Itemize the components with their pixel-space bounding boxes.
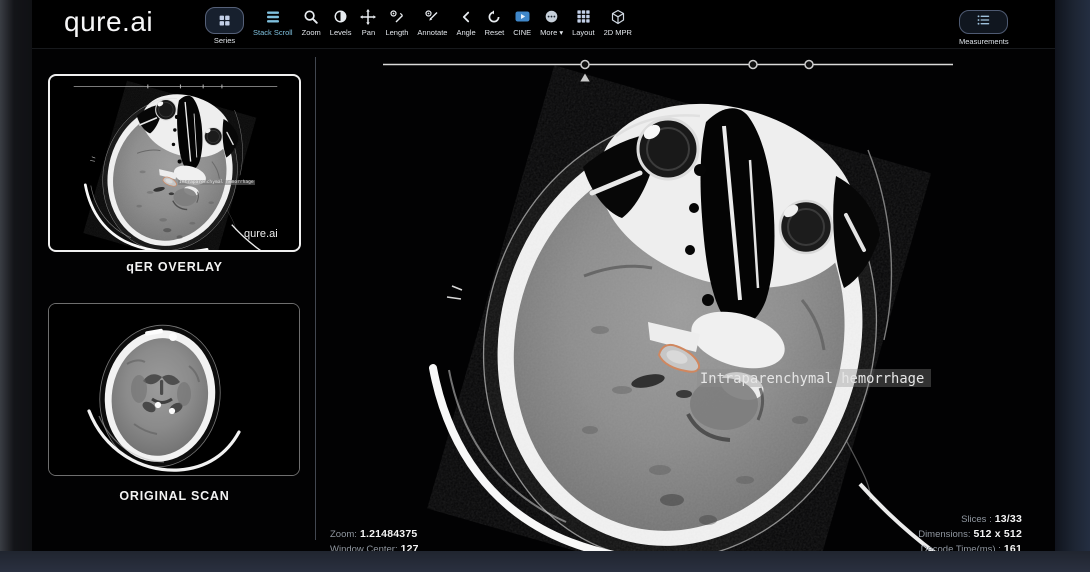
tool-levels[interactable]: Levels [330,7,352,37]
sidebar-divider [315,57,316,540]
move-arrows-icon [360,7,376,26]
cube-icon [610,7,626,26]
tool-label: Stack Scroll [253,28,293,37]
grid-3x3-icon [576,7,591,26]
app-logo: qure.ai [64,6,153,38]
monitor-bezel-right [1055,0,1090,572]
tool-label: Reset [485,28,505,37]
annotate-pen-icon [424,7,440,26]
tool-label: Angle [456,28,475,37]
slices-status: Slices :13/33 [918,512,1022,527]
monitor-bezel-left [0,0,32,572]
header-bar: qure.ai Series Stack Scroll [0,0,1090,49]
hemorrhage-annotation-label: Intraparenchymal hemorrhage [700,371,924,387]
tool-label: Annotate [417,28,447,37]
reset-arrow-icon [486,7,502,26]
tool-length[interactable]: Length [385,7,408,37]
series-grid-icon [218,11,231,30]
series-thumbnail-original-scan[interactable] [48,303,300,476]
measurements-label: Measurements [959,37,1009,46]
contrast-icon [333,7,348,26]
tool-label: Zoom [302,28,321,37]
tool-label: Layout [572,28,595,37]
zoom-status: Zoom:1.21484375 [330,527,419,542]
original-scan-thumbnail-image [49,304,299,475]
tool-annotate[interactable]: Annotate [417,7,447,37]
monitor-bezel-bottom [0,551,1090,572]
scrubber-marker[interactable] [581,61,589,69]
tool-cine[interactable]: CINE [513,7,531,37]
tool-label: More ▾ [540,28,563,37]
slice-scrubber[interactable] [330,55,1056,87]
toolbar: Series Stack Scroll Zoom Levels [205,7,632,45]
stack-scroll-icon [265,7,281,26]
tool-reset[interactable]: Reset [485,7,505,37]
dimensions-status: Dimensions:512 x 512 [918,527,1022,542]
series-label-qer-overlay: qER OVERLAY [48,260,301,274]
chevron-left-icon [459,7,473,26]
thumbnail-annotation: Intraparenchymal hemorrhage [178,180,255,185]
tool-pan[interactable]: Pan [360,7,376,37]
play-video-icon [514,7,531,26]
tool-series[interactable]: Series [205,7,244,45]
series-label-original-scan: ORIGINAL SCAN [48,489,301,503]
current-slice-indicator[interactable] [580,74,589,82]
scrubber-marker[interactable] [749,61,757,69]
tool-label: Length [385,28,408,37]
tool-2d-mpr[interactable]: 2D MPR [604,7,632,37]
tool-zoom[interactable]: Zoom [302,7,321,37]
monitor-frame: qure.ai Series Stack Scroll [0,0,1090,572]
tool-stack-scroll[interactable]: Stack Scroll [253,7,293,37]
qure-watermark: qure.ai [244,228,278,240]
magnifier-icon [303,7,319,26]
tool-angle[interactable]: Angle [456,7,475,37]
ellipsis-icon [544,7,559,26]
tool-label: CINE [513,28,531,37]
measurements-pill [959,10,1008,34]
tool-more[interactable]: More ▾ [540,7,563,37]
tool-label: Levels [330,28,352,37]
tool-label: Series [214,36,235,45]
series-thumbnail-qer-overlay[interactable]: Intraparenchymal hemorrhage qure.ai [48,74,301,252]
measurements-list-icon [976,13,991,31]
ct-viewport[interactable]: Intraparenchymal hemorrhage [330,55,1056,552]
length-measure-icon [389,7,405,26]
series-button [205,7,244,34]
measurements-button[interactable]: Measurements [959,10,1009,46]
tool-layout[interactable]: Layout [572,7,595,37]
tool-label: 2D MPR [604,28,632,37]
scrubber-marker[interactable] [805,61,813,69]
qer-overlay-thumbnail-image [50,76,299,250]
tool-label: Pan [362,28,375,37]
